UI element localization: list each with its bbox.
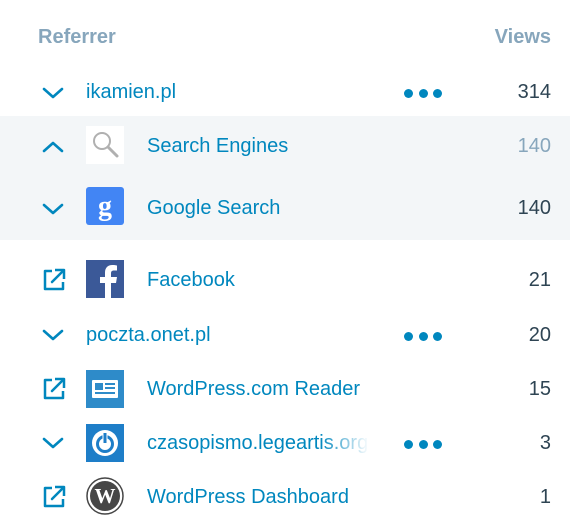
external-link-icon[interactable]	[40, 375, 68, 403]
views-count: 314	[517, 81, 551, 103]
google-icon: g	[86, 187, 124, 225]
referrer-label[interactable]: ikamien.pl	[86, 81, 176, 104]
views-count: 140	[517, 197, 551, 219]
table-row: g Google Search 140	[0, 178, 570, 240]
referrer-label[interactable]: czasopismo.legeartis.org	[147, 432, 369, 455]
table-row: W WordPress Dashboard 1	[0, 470, 570, 524]
table-header: Referrer Views	[0, 0, 570, 70]
table-row: Facebook 21	[0, 252, 570, 308]
views-count: 15	[528, 378, 551, 400]
views-column-header: Views	[494, 26, 551, 48]
table-row: poczta.onet.pl 20	[0, 310, 570, 360]
table-row: czasopismo.legeartis.org 3	[0, 416, 570, 470]
search-icon	[86, 126, 124, 164]
referrer-label[interactable]: WordPress Dashboard	[147, 486, 349, 509]
reader-icon	[86, 370, 124, 408]
more-menu-icon[interactable]	[404, 330, 442, 342]
referrer-label[interactable]: Facebook	[147, 269, 235, 292]
referrers-panel: Referrer Views ikamien.pl 314 Search Eng…	[0, 0, 570, 525]
views-count: 140	[517, 135, 551, 157]
svg-text:g: g	[98, 191, 112, 222]
chevron-up-icon[interactable]	[40, 134, 66, 160]
svg-text:W: W	[95, 484, 116, 508]
views-count: 3	[539, 432, 551, 454]
table-row: ikamien.pl 314	[0, 70, 570, 116]
referrer-column-header: Referrer	[38, 26, 116, 48]
referrer-label[interactable]: poczta.onet.pl	[86, 324, 211, 347]
referrer-label[interactable]: Search Engines	[147, 135, 288, 158]
facebook-icon	[86, 260, 124, 298]
chevron-down-icon[interactable]	[40, 430, 66, 456]
table-row: Search Engines 140	[0, 116, 570, 178]
chevron-down-icon[interactable]	[40, 322, 66, 348]
chevron-down-icon[interactable]	[40, 196, 66, 222]
wordpress-icon: W	[86, 477, 124, 515]
power-icon	[86, 424, 124, 462]
referrer-label[interactable]: Google Search	[147, 197, 280, 220]
views-count: 21	[528, 269, 551, 291]
external-link-icon[interactable]	[40, 266, 68, 294]
views-count: 20	[528, 324, 551, 346]
views-count: 1	[539, 486, 551, 508]
table-row: WordPress.com Reader 15	[0, 362, 570, 416]
more-menu-icon[interactable]	[404, 438, 442, 450]
chevron-down-icon[interactable]	[40, 80, 66, 106]
more-menu-icon[interactable]	[404, 87, 442, 99]
referrer-label[interactable]: WordPress.com Reader	[147, 378, 360, 401]
external-link-icon[interactable]	[40, 483, 68, 511]
